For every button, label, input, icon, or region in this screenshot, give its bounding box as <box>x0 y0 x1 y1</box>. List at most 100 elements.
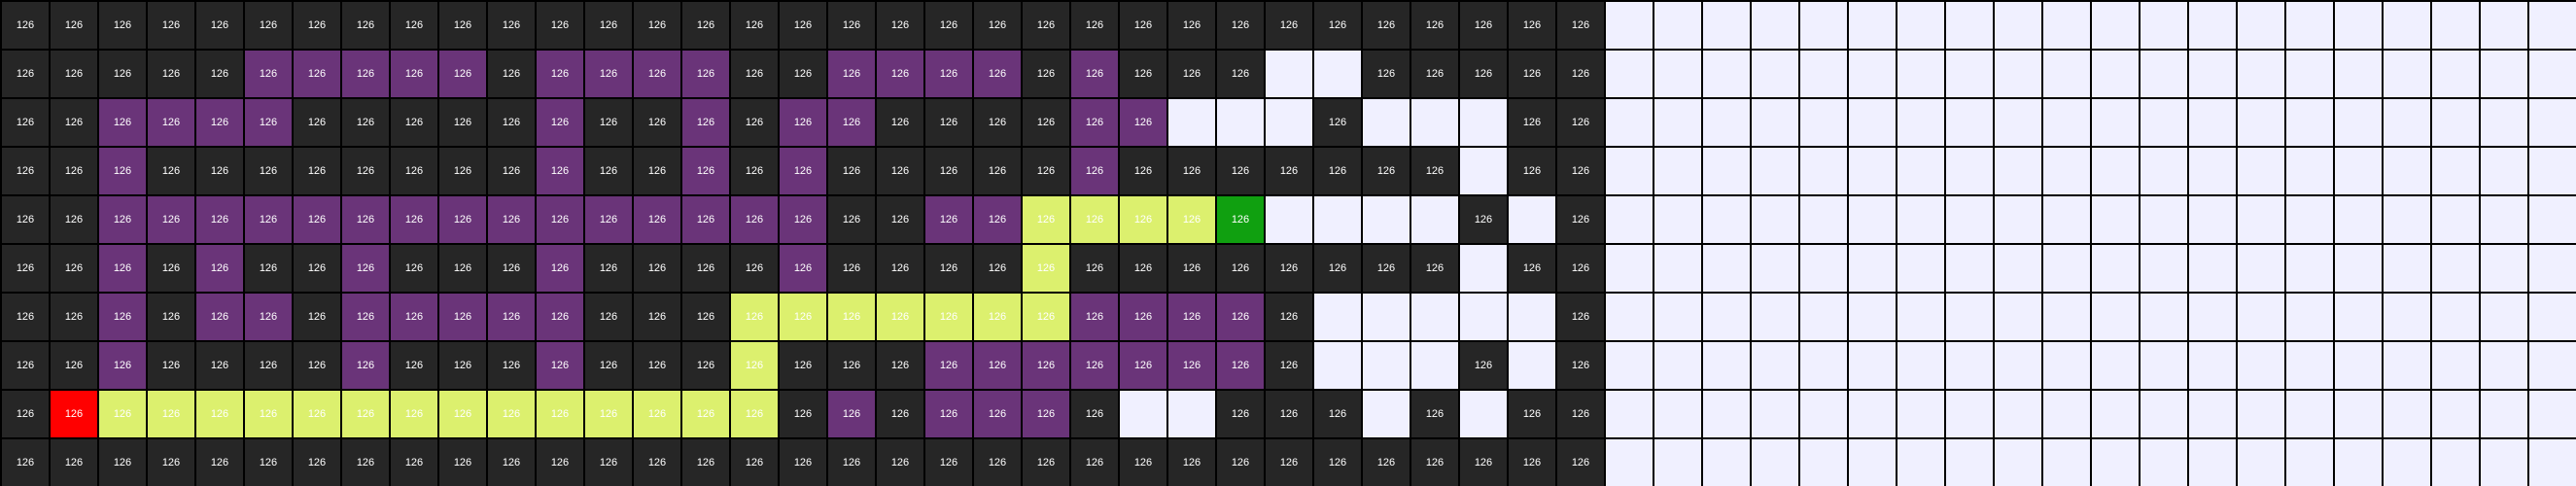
grid-cell[interactable]: 126 <box>1557 294 1604 340</box>
grid-cell[interactable]: 126 <box>1897 148 1944 194</box>
grid-cell[interactable]: 126 <box>1995 196 2041 243</box>
grid-cell[interactable]: 126 <box>1071 51 1118 97</box>
grid-cell[interactable]: 126 <box>974 342 1021 389</box>
grid-cell[interactable]: 126 <box>2 51 49 97</box>
grid-cell[interactable]: 126 <box>828 342 875 389</box>
grid-cell[interactable]: 126 <box>634 391 680 437</box>
grid-cell[interactable]: 126 <box>2335 342 2382 389</box>
grid-cell[interactable]: 126 <box>1752 51 1798 97</box>
grid-cell[interactable]: 126 <box>1800 51 1847 97</box>
grid-cell[interactable]: 126 <box>974 294 1021 340</box>
grid-cell[interactable]: 126 <box>51 99 97 146</box>
grid-cell[interactable]: 126 <box>2335 294 2382 340</box>
grid-cell[interactable]: 126 <box>1800 245 1847 292</box>
grid-cell[interactable]: 126 <box>488 245 535 292</box>
grid-cell[interactable]: 126 <box>488 391 535 437</box>
grid-cell[interactable]: 126 <box>99 391 146 437</box>
grid-cell[interactable]: 126 <box>2432 51 2479 97</box>
grid-cell[interactable]: 126 <box>2092 245 2139 292</box>
grid-cell[interactable]: 126 <box>2286 439 2333 486</box>
grid-cell[interactable]: 126 <box>877 294 923 340</box>
grid-cell[interactable]: 126 <box>148 99 194 146</box>
grid-cell[interactable]: 126 <box>1217 391 1264 437</box>
grid-cell[interactable]: 126 <box>2286 391 2333 437</box>
grid-cell[interactable]: 126 <box>51 2 97 49</box>
grid-cell[interactable]: 126 <box>1703 196 1750 243</box>
grid-cell[interactable]: 126 <box>51 294 97 340</box>
grid-cell[interactable]: 126 <box>1314 51 1361 97</box>
grid-cell[interactable]: 126 <box>1023 51 1069 97</box>
grid-cell[interactable]: 126 <box>2384 51 2430 97</box>
grid-cell[interactable]: 126 <box>1120 99 1166 146</box>
grid-cell[interactable]: 126 <box>1168 294 1215 340</box>
grid-cell[interactable]: 126 <box>1266 51 1312 97</box>
grid-cell[interactable]: 126 <box>1363 99 1410 146</box>
grid-cell[interactable]: 126 <box>488 342 535 389</box>
grid-cell[interactable]: 126 <box>2043 51 2090 97</box>
grid-cell[interactable]: 126 <box>1411 245 1458 292</box>
grid-cell[interactable]: 126 <box>1314 391 1361 437</box>
grid-cell[interactable]: 126 <box>2092 196 2139 243</box>
grid-cell[interactable]: 126 <box>2238 148 2284 194</box>
grid-cell[interactable]: 126 <box>974 2 1021 49</box>
grid-cell[interactable]: 126 <box>925 391 972 437</box>
grid-cell[interactable]: 126 <box>2481 2 2527 49</box>
grid-cell[interactable]: 126 <box>974 391 1021 437</box>
grid-cell[interactable]: 126 <box>1266 342 1312 389</box>
grid-cell[interactable]: 126 <box>2092 342 2139 389</box>
grid-cell[interactable]: 126 <box>1120 294 1166 340</box>
grid-cell[interactable]: 126 <box>1752 294 1798 340</box>
grid-cell[interactable]: 126 <box>245 439 292 486</box>
grid-cell[interactable]: 126 <box>196 2 243 49</box>
grid-cell[interactable]: 126 <box>1266 439 1312 486</box>
grid-cell[interactable]: 126 <box>585 99 632 146</box>
grid-cell[interactable]: 126 <box>196 196 243 243</box>
grid-cell[interactable]: 126 <box>925 196 972 243</box>
grid-cell[interactable]: 126 <box>1363 294 1410 340</box>
grid-cell[interactable]: 126 <box>1509 439 1555 486</box>
grid-cell[interactable]: 126 <box>1509 99 1555 146</box>
grid-cell[interactable]: 126 <box>1606 2 1653 49</box>
grid-cell[interactable]: 126 <box>245 342 292 389</box>
grid-cell[interactable]: 126 <box>2481 51 2527 97</box>
grid-cell[interactable]: 126 <box>294 51 340 97</box>
grid-cell[interactable]: 126 <box>1217 99 1264 146</box>
grid-cell[interactable]: 126 <box>974 439 1021 486</box>
grid-cell[interactable]: 126 <box>342 2 389 49</box>
grid-cell[interactable]: 126 <box>2286 294 2333 340</box>
grid-cell[interactable]: 126 <box>245 294 292 340</box>
grid-cell[interactable]: 126 <box>2238 2 2284 49</box>
grid-cell[interactable]: 126 <box>1509 148 1555 194</box>
grid-cell[interactable]: 126 <box>2481 148 2527 194</box>
grid-cell[interactable]: 126 <box>1363 2 1410 49</box>
grid-cell[interactable]: 126 <box>634 51 680 97</box>
grid-cell[interactable]: 126 <box>488 51 535 97</box>
grid-cell[interactable]: 126 <box>99 342 146 389</box>
grid-cell[interactable]: 126 <box>1654 148 1701 194</box>
grid-cell[interactable]: 126 <box>1509 294 1555 340</box>
grid-cell[interactable]: 126 <box>1800 391 1847 437</box>
grid-cell[interactable]: 126 <box>1217 2 1264 49</box>
grid-cell[interactable]: 126 <box>99 196 146 243</box>
grid-cell[interactable]: 126 <box>1654 245 1701 292</box>
grid-cell[interactable]: 126 <box>1363 196 1410 243</box>
grid-cell[interactable]: 126 <box>1509 51 1555 97</box>
grid-cell[interactable]: 126 <box>682 342 729 389</box>
grid-cell[interactable]: 126 <box>196 439 243 486</box>
grid-cell[interactable]: 126 <box>1071 196 1118 243</box>
grid-cell[interactable]: 126 <box>391 294 437 340</box>
grid-cell[interactable]: 126 <box>439 99 486 146</box>
grid-cell[interactable]: 126 <box>1654 51 1701 97</box>
grid-cell[interactable]: 126 <box>780 245 826 292</box>
grid-cell[interactable]: 126 <box>1168 196 1215 243</box>
grid-cell[interactable]: 126 <box>2141 245 2187 292</box>
grid-cell[interactable]: 126 <box>585 196 632 243</box>
grid-cell[interactable]: 126 <box>682 245 729 292</box>
grid-cell[interactable]: 126 <box>439 196 486 243</box>
grid-cell[interactable]: 126 <box>2384 342 2430 389</box>
grid-cell[interactable]: 126 <box>1217 439 1264 486</box>
grid-cell[interactable]: 126 <box>1995 2 2041 49</box>
grid-cell[interactable]: 126 <box>828 196 875 243</box>
grid-cell[interactable]: 126 <box>1800 196 1847 243</box>
grid-cell[interactable]: 126 <box>245 2 292 49</box>
